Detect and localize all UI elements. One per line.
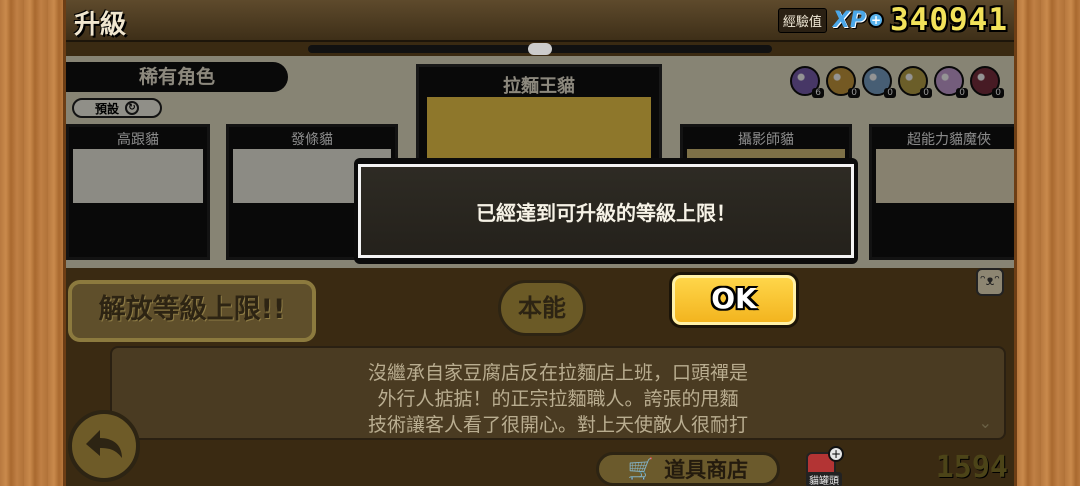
- page-title: 升級: [74, 10, 127, 40]
- back-button[interactable]: [68, 410, 140, 482]
- chevron-down-icon[interactable]: ⌄: [979, 413, 992, 432]
- xp-logo: XP: [832, 7, 867, 33]
- top-bar: 升級 經驗值 XP + 340941: [66, 0, 1014, 42]
- unit-description[interactable]: 沒繼承自家豆腐店反在拉麵店上班，口頭禪是 外行人掂掂！的正宗拉麵職人。誇張的甩麵…: [110, 346, 1006, 440]
- ok-button[interactable]: OK: [669, 272, 799, 328]
- scroll-thumb[interactable]: [528, 43, 552, 55]
- description-line: 外行人掂掂！的正宗拉麵職人。誇張的甩麵: [377, 388, 739, 410]
- xp-caption: 經驗值: [777, 7, 827, 33]
- item-shop-label: 道具商店: [664, 458, 749, 482]
- scroll-track[interactable]: [308, 43, 772, 55]
- alert-dialog: 已經達到可升級的等級上限！: [354, 158, 858, 264]
- dialog-message: 已經達到可升級的等級上限！: [476, 200, 736, 225]
- description-line: 技術讓客人看了很開心。對上天使敵人很耐打: [367, 414, 748, 436]
- cart-icon: 🛒: [627, 456, 655, 481]
- description-line: 沒繼承自家豆腐店反在拉麵店上班，口頭禪是: [367, 362, 748, 384]
- game-stage: 升級 經驗值 XP + 340941 稀有角色 預設 ↻ 6 0 0 0 0 0…: [66, 0, 1014, 486]
- talent-button[interactable]: 本能: [498, 280, 586, 336]
- catfood-value: 1594: [935, 450, 1008, 485]
- xp-plus-icon[interactable]: +: [868, 12, 885, 28]
- xp-display: 經驗值 XP + 340941: [777, 2, 1008, 38]
- xp-value: 340941: [890, 2, 1008, 38]
- plus-icon[interactable]: +: [828, 446, 844, 462]
- wood-frame-left: [0, 0, 66, 486]
- catfood-label: 貓罐頭: [806, 472, 842, 486]
- wood-frame-right: [1014, 0, 1080, 486]
- release-level-cap-button[interactable]: 解放等級上限!!: [68, 280, 316, 342]
- cat-face-icon[interactable]: ᵔᴥᵔ: [976, 268, 1004, 296]
- back-arrow-icon: [86, 430, 122, 458]
- item-shop-button[interactable]: 🛒 道具商店: [596, 452, 780, 486]
